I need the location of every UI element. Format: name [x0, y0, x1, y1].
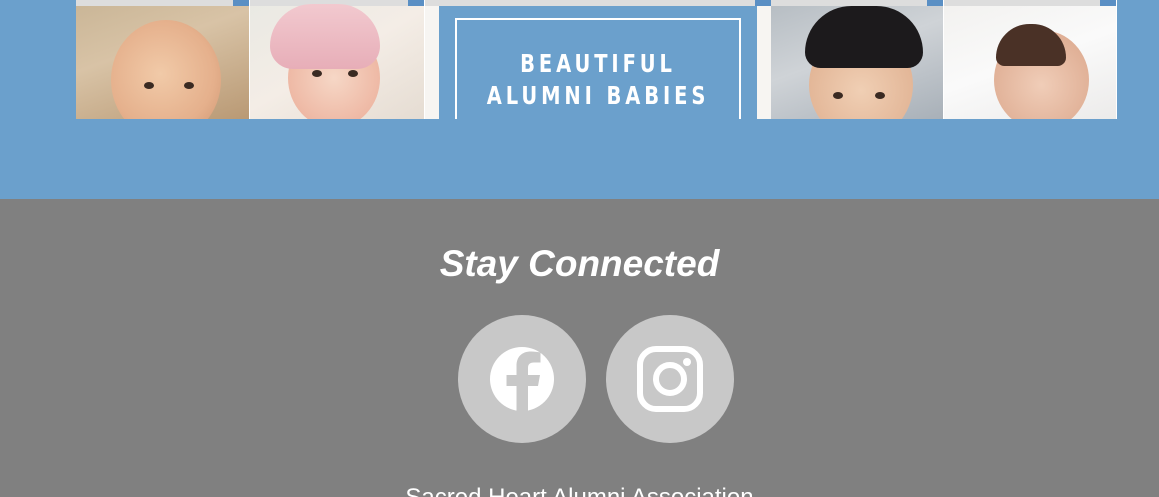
baby-photo-3 — [771, 0, 943, 119]
poster-line-1: BEAUTIFUL — [520, 49, 676, 78]
baby-photo-2 — [250, 0, 424, 119]
instagram-link[interactable] — [606, 315, 734, 443]
stay-connected-heading: Stay Connected — [439, 243, 720, 284]
facebook-icon — [490, 347, 554, 415]
alumni-babies-collage-image: BEAUTIFUL ALUMNI BABIES — [76, 0, 1117, 119]
instagram-icon — [637, 346, 703, 412]
baby-photo-1 — [76, 0, 249, 119]
baby-photo-4 — [944, 0, 1116, 119]
banner-section: BEAUTIFUL ALUMNI BABIES — [0, 0, 1159, 199]
poster-line-2: ALUMNI BABIES — [486, 81, 710, 110]
organization-name: Sacred Heart Alumni Association — [0, 484, 1159, 497]
beautiful-alumni-babies-poster: BEAUTIFUL ALUMNI BABIES — [425, 0, 771, 119]
facebook-link[interactable] — [458, 315, 586, 443]
